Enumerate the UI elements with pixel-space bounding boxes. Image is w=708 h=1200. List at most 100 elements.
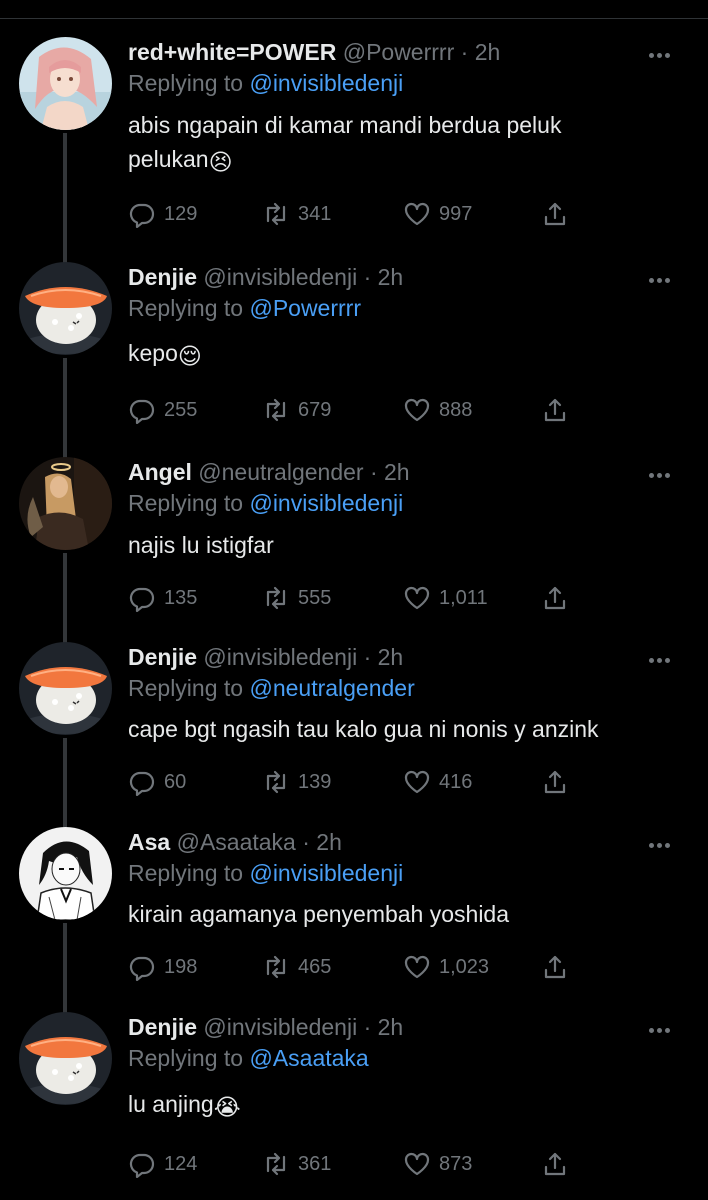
tweet[interactable]: Angel @neutralgender · 2h Replying to @i… [0, 457, 708, 643]
timestamp[interactable]: · 2h [364, 644, 404, 670]
user-handle[interactable]: @invisibledenji [203, 1014, 357, 1040]
user-handle[interactable]: @invisibledenji [203, 264, 357, 290]
like-icon [404, 202, 430, 226]
likes-count: 416 [439, 770, 473, 793]
share-icon [544, 398, 566, 422]
user-handle[interactable]: @Powerrrr [343, 39, 455, 65]
share-button[interactable] [541, 765, 569, 799]
tweet-header: Denjie @invisibledenji · 2h [128, 1012, 403, 1042]
avatar[interactable] [19, 262, 112, 355]
replying-label: Replying to [128, 1045, 244, 1071]
replying-to-link[interactable]: @Asaataka [249, 1045, 368, 1071]
likes-count: 888 [439, 398, 473, 421]
replying-to-link[interactable]: @invisibledenji [249, 490, 403, 516]
tweet-text: najis lu istigfar [128, 528, 648, 562]
like-button[interactable]: 873 [403, 1147, 472, 1181]
like-button[interactable]: 1,023 [403, 950, 489, 984]
retweets-count: 361 [298, 1152, 332, 1175]
timestamp[interactable]: · 2h [370, 459, 410, 485]
reply-button[interactable]: 129 [128, 197, 197, 231]
retweet-button[interactable]: 361 [262, 1147, 331, 1181]
retweet-button[interactable]: 465 [262, 950, 331, 984]
reply-thread: red+white=POWER @Powerrrr · 2h Replying … [0, 0, 708, 1200]
timestamp[interactable]: · 2h [302, 829, 342, 855]
reply-button[interactable]: 60 [128, 765, 186, 799]
retweet-button[interactable]: 139 [262, 765, 331, 799]
tweet-header: red+white=POWER @Powerrrr · 2h [128, 37, 500, 67]
more-icon[interactable] [649, 658, 671, 664]
replying-label: Replying to [128, 860, 244, 886]
display-name[interactable]: Denjie [128, 264, 197, 290]
replying-to-link[interactable]: @Powerrrr [249, 295, 361, 321]
salmon-sushi-avatar [19, 1012, 112, 1105]
more-icon[interactable] [649, 473, 671, 479]
reply-button[interactable]: 135 [128, 581, 197, 615]
tweet-text: kepo😌 [128, 336, 648, 373]
tweet[interactable]: Asa @Asaataka · 2h Replying to @invisibl… [0, 827, 708, 1013]
tweet-actions: 255 679 888 [128, 393, 588, 427]
like-button[interactable]: 416 [403, 765, 472, 799]
emoji: 😌 [177, 343, 202, 369]
share-button[interactable] [541, 950, 569, 984]
display-name[interactable]: red+white=POWER [128, 39, 336, 65]
replying-to-link[interactable]: @invisibledenji [249, 860, 403, 886]
like-button[interactable]: 1,011 [403, 581, 488, 615]
user-handle[interactable]: @Asaataka [177, 829, 296, 855]
thread-line [63, 923, 67, 1013]
share-button[interactable] [541, 197, 569, 231]
retweet-icon [266, 770, 286, 794]
replying-to: Replying to @neutralgender [128, 673, 415, 703]
retweet-icon [266, 202, 286, 226]
avatar[interactable] [19, 37, 112, 130]
replying-to: Replying to @invisibledenji [128, 488, 403, 518]
tweet-header: Asa @Asaataka · 2h [128, 827, 342, 857]
share-icon [544, 770, 566, 794]
display-name[interactable]: Denjie [128, 644, 197, 670]
replying-label: Replying to [128, 295, 244, 321]
retweet-button[interactable]: 679 [262, 393, 331, 427]
tweet-text: lu anjing😭 [128, 1087, 648, 1124]
reply-icon [129, 1153, 155, 1178]
share-button[interactable] [541, 581, 569, 615]
reply-icon [129, 771, 155, 796]
more-icon[interactable] [649, 278, 671, 284]
like-button[interactable]: 888 [403, 393, 472, 427]
more-icon[interactable] [649, 843, 671, 849]
timestamp[interactable]: · 2h [461, 39, 501, 65]
replies-count: 135 [164, 586, 198, 609]
share-button[interactable] [541, 393, 569, 427]
timestamp[interactable]: · 2h [364, 264, 404, 290]
user-handle[interactable]: @neutralgender [198, 459, 363, 485]
timestamp[interactable]: · 2h [364, 1014, 404, 1040]
thread-line [63, 553, 67, 643]
display-name[interactable]: Denjie [128, 1014, 197, 1040]
replying-to-link[interactable]: @neutralgender [249, 675, 414, 701]
emoji: 😣 [208, 149, 233, 175]
retweet-icon [266, 586, 286, 610]
reply-button[interactable]: 255 [128, 393, 197, 427]
avatar[interactable] [19, 642, 112, 735]
display-name[interactable]: Asa [128, 829, 170, 855]
tweet[interactable]: red+white=POWER @Powerrrr · 2h Replying … [0, 37, 708, 288]
share-button[interactable] [541, 1147, 569, 1181]
like-button[interactable]: 997 [403, 197, 472, 231]
tweet-actions: 135 555 1,011 [128, 581, 588, 615]
display-name[interactable]: Angel [128, 459, 192, 485]
replying-to: Replying to @invisibledenji [128, 68, 403, 98]
replies-count: 60 [164, 770, 187, 793]
tweet[interactable]: Denjie @invisibledenji · 2h Replying to … [0, 262, 708, 458]
retweet-button[interactable]: 555 [262, 581, 331, 615]
reply-button[interactable]: 124 [128, 1147, 197, 1181]
anime-girl-avatar [19, 37, 112, 130]
avatar[interactable] [19, 1012, 112, 1105]
avatar[interactable] [19, 457, 112, 550]
user-handle[interactable]: @invisibledenji [203, 644, 357, 670]
avatar[interactable] [19, 827, 112, 920]
more-icon[interactable] [649, 1028, 671, 1034]
replying-to-link[interactable]: @invisibledenji [249, 70, 403, 96]
tweet[interactable]: Denjie @invisibledenji · 2h Replying to … [0, 642, 708, 828]
reply-button[interactable]: 198 [128, 950, 197, 984]
retweet-button[interactable]: 341 [262, 197, 331, 231]
more-icon[interactable] [649, 53, 671, 59]
tweet[interactable]: Denjie @invisibledenji · 2h Replying to … [0, 1012, 708, 1197]
